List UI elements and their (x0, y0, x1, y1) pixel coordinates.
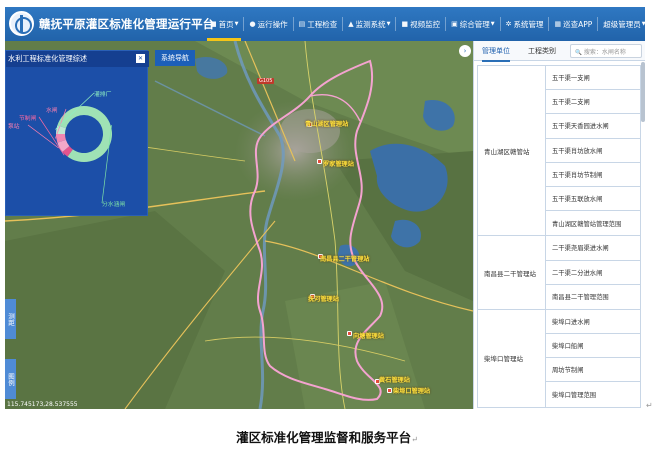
tab-management-unit[interactable]: 管理单位 (482, 46, 510, 62)
tab-engineering-type[interactable]: 工程类别 (528, 46, 556, 56)
tree-group: 南昌县二干管理站 二干渠尧眉渠进水闸 二干渠二分进水闸 南昌县二干管理范围 (477, 236, 641, 310)
group-name[interactable]: 南昌县二干管理站 (478, 236, 546, 309)
office-icon: ▣ (451, 20, 458, 28)
leader-line (27, 124, 59, 149)
station-label[interactable]: 向塘管理站 (353, 331, 384, 340)
drop-icon: ● (249, 20, 256, 28)
nav-item[interactable]: ▲ 监测系统 ▼ (343, 7, 395, 41)
group-items: 二干渠尧眉渠进水闸 二干渠二分进水闸 南昌县二干管理范围 (546, 236, 640, 309)
tree-group: 青山湖区赣管站 五干渠一支闸 五干渠二支闸 五干渠天香园进水闸 五干渠肖坊放水闸 五干渠肖… (477, 65, 641, 237)
caption-text: 灌区标准化管理监督和服务平台 (236, 430, 412, 445)
nav-label: 系统管理 (513, 19, 544, 29)
station-label[interactable]: 柴埠口管理站 (393, 386, 430, 395)
app-logo-icon (9, 11, 34, 36)
overview-header: 水利工程标准化管理综述 ✕ (6, 51, 149, 67)
station-label[interactable]: 青山湖区管理站 (305, 119, 348, 128)
list-item[interactable]: 周坊节制闸 (546, 358, 640, 383)
app-icon: ▦ (554, 20, 562, 28)
chevron-down-icon: ▼ (641, 21, 645, 27)
paragraph-mark: ↵ (646, 401, 653, 410)
list-item[interactable]: 柴埠口进水闸 (546, 310, 640, 335)
list-item[interactable]: 五干渠天香园进水闸 (546, 114, 640, 139)
station-marker[interactable] (347, 331, 352, 336)
system-nav-button[interactable]: 系统导航 (155, 50, 195, 66)
monitor-icon: ▲ (348, 20, 354, 28)
list-item[interactable]: 五干渠二支闸 (546, 90, 640, 115)
facility-panel: 管理单位 工程类别 搜索：水闸名称 青山湖区赣管站五干渠一支闸五干渠二支闸五干渠… (473, 41, 645, 409)
road-badge: G105 (257, 78, 275, 84)
slice-label: 分水涵闸 (102, 202, 126, 208)
list-item[interactable]: 五干渠一支闸 (546, 66, 640, 91)
main-nav: ■ 首页 ▼ ● 运行操作 ▤ 工程检查 ▲ 监测系统 ▼ ■ 视频监控 ▣ 综合管理 ▼ ✲ 系统管理 ▦ 巡查A… (205, 7, 645, 41)
nav-label: 运行操作 (257, 19, 288, 29)
facility-tree: 青山湖区赣管站 五干渠一支闸 五干渠二支闸 五干渠天香园进水闸 五干渠肖坊放水闸 五干渠肖… (477, 65, 641, 408)
station-label[interactable]: 南昌县二干管理站 (320, 254, 370, 263)
list-item[interactable]: 五干渠五联放水闸 (546, 187, 640, 212)
station-marker[interactable] (317, 159, 322, 164)
nav-item[interactable]: ✲ 系统管理 (501, 7, 549, 41)
measure-tab[interactable]: 测距 (5, 299, 16, 339)
group-name[interactable]: 柴埠口管理站 (478, 309, 546, 407)
nav-item[interactable]: ▦ 巡查APP (549, 7, 597, 41)
inspect-icon: ▤ (298, 20, 306, 28)
collapse-panel-icon[interactable]: › (459, 45, 471, 57)
list-item[interactable]: 五干渠肖坊放水闸 (546, 139, 640, 163)
group-items: 五干渠一支闸 五干渠二支闸 五干渠天香园进水闸 五干渠肖坊放水闸 五干渠肖坊节制闸 五干渠… (546, 66, 640, 235)
slice-label: 泵站 (8, 124, 20, 130)
list-item[interactable]: 青山湖区赣管站管理范围 (546, 211, 640, 235)
list-item[interactable]: 二干渠尧眉渠进水闸 (546, 236, 640, 261)
nav-item[interactable]: ● 运行操作 (244, 7, 292, 41)
station-label[interactable]: 抚河管理站 (308, 294, 339, 303)
video-icon: ■ (401, 20, 409, 28)
list-item[interactable]: 柴埠口管理范围 (546, 382, 640, 406)
donut-chart (27, 92, 112, 204)
station-label[interactable]: 罗家管理站 (323, 159, 354, 168)
app-title: 赣抚平原灌区标准化管理运行平台 (39, 17, 215, 31)
nav-label: 工程检查 (307, 19, 338, 29)
nav-item[interactable]: ■ 视频监控 (396, 7, 445, 41)
legend-tab[interactable]: 图例 (5, 359, 16, 399)
slice-label: 节制闸 (19, 116, 37, 122)
station-label[interactable]: 黄石管理站 (379, 375, 410, 384)
map-view[interactable]: 青山湖区管理站 罗家管理站 南昌县二干管理站 抚河管理站 向塘管理站 黄石管理站… (5, 41, 473, 409)
chevron-down-icon: ▼ (234, 21, 239, 27)
nav-item[interactable]: ■ 首页 ▼ (205, 7, 243, 41)
list-item[interactable]: 二干渠二分进水闸 (546, 261, 640, 285)
list-item[interactable]: 南昌县二干管理范围 (546, 285, 640, 309)
coordinate-readout: 115.745173,28.537555 (7, 401, 78, 408)
chevron-down-icon: ▼ (386, 21, 391, 27)
nav-item[interactable]: ▣ 综合管理 ▼ (446, 7, 499, 41)
slice-label: 水闸 (46, 108, 58, 114)
nav-label: 巡查APP (563, 19, 593, 29)
nav-label: 超级管理员 (603, 19, 641, 29)
top-header: 赣抚平原灌区标准化管理运行平台 ■ 首页 ▼ ● 运行操作 ▤ 工程检查 ▲ 监测系统 ▼ ■ 视频监… (5, 7, 645, 41)
nav-label: 视频监控 (410, 19, 441, 29)
nav-label: 首页 (218, 19, 234, 29)
group-items: 柴埠口进水闸 柴埠口船闸 周坊节制闸 柴埠口管理范围 (546, 310, 640, 407)
chevron-down-icon: ▼ (490, 21, 495, 27)
nav-item[interactable]: ▤ 工程检查 (294, 7, 343, 41)
scrollbar[interactable] (641, 62, 645, 122)
station-marker[interactable] (387, 388, 392, 393)
overview-panel: 水利工程标准化管理综述 ✕ 分水涵闸 节制闸泵站 水闸 灌排厂 (5, 50, 149, 216)
nav-item[interactable]: 超级管理员 ▼ (598, 7, 645, 41)
figure-caption: 灌区标准化管理监督和服务平台↵ (0, 427, 654, 446)
list-item[interactable]: 五干渠肖坊节制闸 (546, 163, 640, 187)
overview-title: 水利工程标准化管理综述 (8, 54, 88, 63)
search-input[interactable]: 搜索：水闸名称 (570, 44, 642, 58)
tree-group: 柴埠口管理站 柴埠口进水闸 柴埠口船闸 周坊节制闸 柴埠口管理范围 (477, 309, 641, 408)
list-item[interactable]: 柴埠口船闸 (546, 334, 640, 359)
group-name[interactable]: 青山湖区赣管站 (478, 66, 546, 236)
gear-icon: ✲ (505, 20, 512, 28)
app-window: 赣抚平原灌区标准化管理运行平台 ■ 首页 ▼ ● 运行操作 ▤ 工程检查 ▲ 监测系统 ▼ ■ 视频监… (5, 7, 645, 409)
paragraph-mark: ↵ (411, 435, 418, 444)
close-icon[interactable]: ✕ (136, 54, 145, 63)
nav-label: 监测系统 (355, 19, 386, 29)
panel-tabs: 管理单位 工程类别 搜索：水闸名称 (474, 41, 645, 62)
home-icon: ■ (210, 20, 217, 28)
nav-label: 综合管理 (459, 19, 490, 29)
slice-label: 灌排厂 (94, 92, 112, 98)
